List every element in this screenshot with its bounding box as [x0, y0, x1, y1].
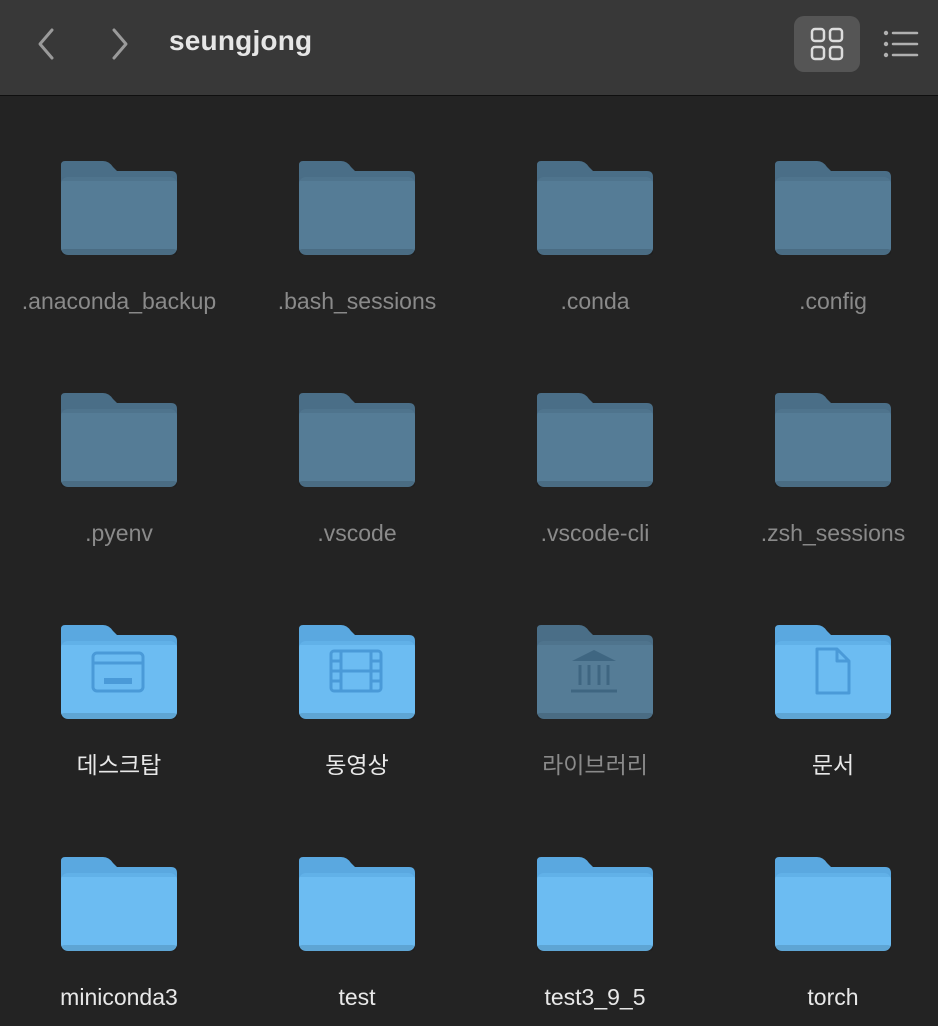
folder-icon	[299, 161, 415, 255]
folder-item[interactable]: 문서	[714, 561, 938, 793]
folder-label: .pyenv	[85, 520, 153, 546]
folder-item[interactable]: 동영상	[238, 561, 476, 793]
folder-label: .vscode-cli	[540, 520, 650, 546]
folder-icon	[299, 857, 415, 951]
folder-item[interactable]: test3_9_5	[476, 793, 714, 1025]
folder-icon	[61, 857, 177, 951]
list-view-icon	[883, 30, 919, 58]
folder-icon	[537, 857, 653, 951]
folder-icon	[775, 625, 891, 719]
folder-icon	[775, 857, 891, 951]
folder-item[interactable]: .anaconda_backup	[0, 97, 238, 329]
folder-item[interactable]: 데스크탑	[0, 561, 238, 793]
list-view-button[interactable]	[868, 16, 934, 72]
finder-window: seungjong .anaconda_backup .bash_sessions…	[0, 0, 938, 1026]
folder-label: 동영상	[325, 752, 389, 778]
folder-item[interactable]: 라이브러리	[476, 561, 714, 793]
folder-label: .config	[799, 288, 867, 314]
forward-button[interactable]	[99, 22, 139, 66]
folder-icon	[537, 161, 653, 255]
grid-view-icon	[810, 27, 844, 61]
window-title: seungjong	[169, 25, 313, 56]
folder-label: test3_9_5	[544, 984, 646, 1010]
folder-label: test	[338, 984, 376, 1010]
folder-label: .conda	[560, 288, 630, 314]
folder-icon	[61, 161, 177, 255]
folder-label: .vscode	[317, 520, 397, 546]
folder-icon	[537, 393, 653, 487]
folder-label: 문서	[811, 752, 855, 778]
folder-label: miniconda3	[60, 984, 178, 1010]
toolbar: seungjong	[0, 0, 938, 96]
folder-icon	[61, 625, 177, 719]
folder-icon	[775, 161, 891, 255]
folder-item[interactable]: miniconda3	[0, 793, 238, 1025]
folder-label: 라이브러리	[542, 752, 648, 778]
folder-item[interactable]: torch	[714, 793, 938, 1025]
folder-item[interactable]: .config	[714, 97, 938, 329]
folder-item[interactable]: .conda	[476, 97, 714, 329]
folder-item[interactable]: test	[238, 793, 476, 1025]
folder-icon	[775, 393, 891, 487]
folder-label: .bash_sessions	[277, 288, 437, 314]
folder-item[interactable]: .bash_sessions	[238, 97, 476, 329]
folder-item[interactable]: .zsh_sessions	[714, 329, 938, 561]
folder-item[interactable]: .vscode-cli	[476, 329, 714, 561]
folder-icon	[537, 625, 653, 719]
folder-label: .anaconda_backup	[21, 288, 217, 314]
chevron-right-icon	[112, 28, 128, 60]
folder-icon	[299, 393, 415, 487]
folder-item[interactable]: .vscode	[238, 329, 476, 561]
grid-view-button[interactable]	[794, 16, 860, 72]
chevron-left-icon	[38, 28, 54, 60]
folder-label: .zsh_sessions	[760, 520, 906, 546]
folder-item[interactable]: .pyenv	[0, 329, 238, 561]
folder-label: torch	[807, 984, 859, 1010]
folder-icon	[299, 625, 415, 719]
back-button[interactable]	[27, 22, 67, 66]
folder-icon	[61, 393, 177, 487]
folder-label: 데스크탑	[76, 752, 162, 778]
